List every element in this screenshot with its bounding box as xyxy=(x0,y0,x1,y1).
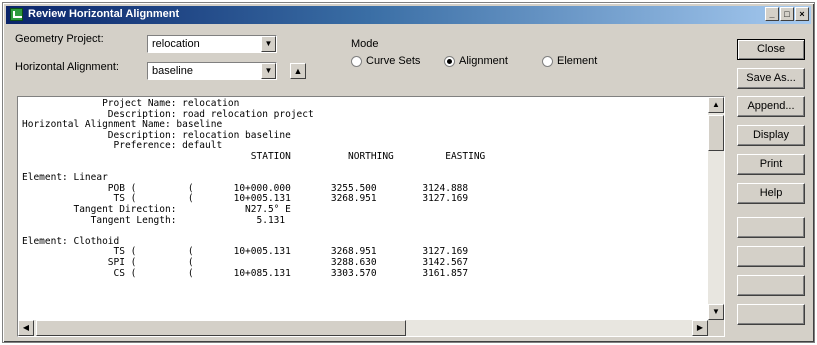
geometry-project-label: Geometry Project: xyxy=(15,33,104,45)
chevron-down-icon[interactable]: ▼ xyxy=(261,36,276,52)
mode-radio-curve-sets[interactable]: Curve Sets xyxy=(351,55,420,67)
report-text-area[interactable]: Project Name: relocation Description: ro… xyxy=(17,96,725,337)
window-title: Review Horizontal Alignment xyxy=(28,8,180,20)
disabled-button-3 xyxy=(737,275,805,296)
minimize-button[interactable]: _ xyxy=(765,7,779,21)
scroll-up-icon[interactable]: ▲ xyxy=(708,97,724,113)
radio-icon xyxy=(542,55,553,67)
print-button[interactable]: Print xyxy=(737,154,805,175)
mode-label: Mode xyxy=(351,38,379,50)
pick-alignment-button[interactable]: ▲ xyxy=(290,63,306,79)
close-window-button[interactable]: × xyxy=(795,7,809,21)
help-button[interactable]: Help xyxy=(737,183,805,204)
mode-radio-alignment[interactable]: Alignment xyxy=(444,55,508,67)
disabled-button-1 xyxy=(737,217,805,238)
horizontal-scroll-thumb[interactable] xyxy=(36,320,406,336)
mode-radio-element[interactable]: Element xyxy=(542,55,597,67)
close-button[interactable]: Close xyxy=(737,39,805,60)
mode-option-label: Curve Sets xyxy=(366,55,421,67)
vertical-scrollbar[interactable]: ▲ ▼ xyxy=(708,97,724,320)
horizontal-alignment-value: baseline xyxy=(152,65,193,77)
radio-selected-icon xyxy=(444,55,455,67)
horizontal-scrollbar[interactable]: ◀ ▶ xyxy=(18,320,708,336)
review-horizontal-alignment-window: Review Horizontal Alignment _ □ × Geomet… xyxy=(2,2,815,343)
app-icon xyxy=(10,8,23,21)
report-text: Project Name: relocation Description: ro… xyxy=(22,98,486,279)
mode-option-label: Alignment xyxy=(459,55,508,67)
scroll-left-icon[interactable]: ◀ xyxy=(18,320,34,336)
disabled-button-2 xyxy=(737,246,805,267)
title-bar[interactable]: Review Horizontal Alignment _ □ × xyxy=(6,6,811,24)
scroll-down-icon[interactable]: ▼ xyxy=(708,304,724,320)
disabled-button-4 xyxy=(737,304,805,325)
scroll-right-icon[interactable]: ▶ xyxy=(692,320,708,336)
mode-option-label: Element xyxy=(557,55,598,67)
vertical-scroll-thumb[interactable] xyxy=(708,115,724,151)
append-button[interactable]: Append... xyxy=(737,96,805,117)
horizontal-alignment-select[interactable]: baseline ▼ xyxy=(147,62,277,80)
geometry-project-select[interactable]: relocation ▼ xyxy=(147,35,277,53)
horizontal-alignment-label: Horizontal Alignment: xyxy=(15,61,119,73)
scrollbar-corner xyxy=(708,320,724,336)
display-button[interactable]: Display xyxy=(737,125,805,146)
chevron-down-icon[interactable]: ▼ xyxy=(261,63,276,79)
maximize-button[interactable]: □ xyxy=(780,7,794,21)
save-as-button[interactable]: Save As... xyxy=(737,68,805,89)
geometry-project-value: relocation xyxy=(152,38,200,50)
radio-icon xyxy=(351,55,362,67)
